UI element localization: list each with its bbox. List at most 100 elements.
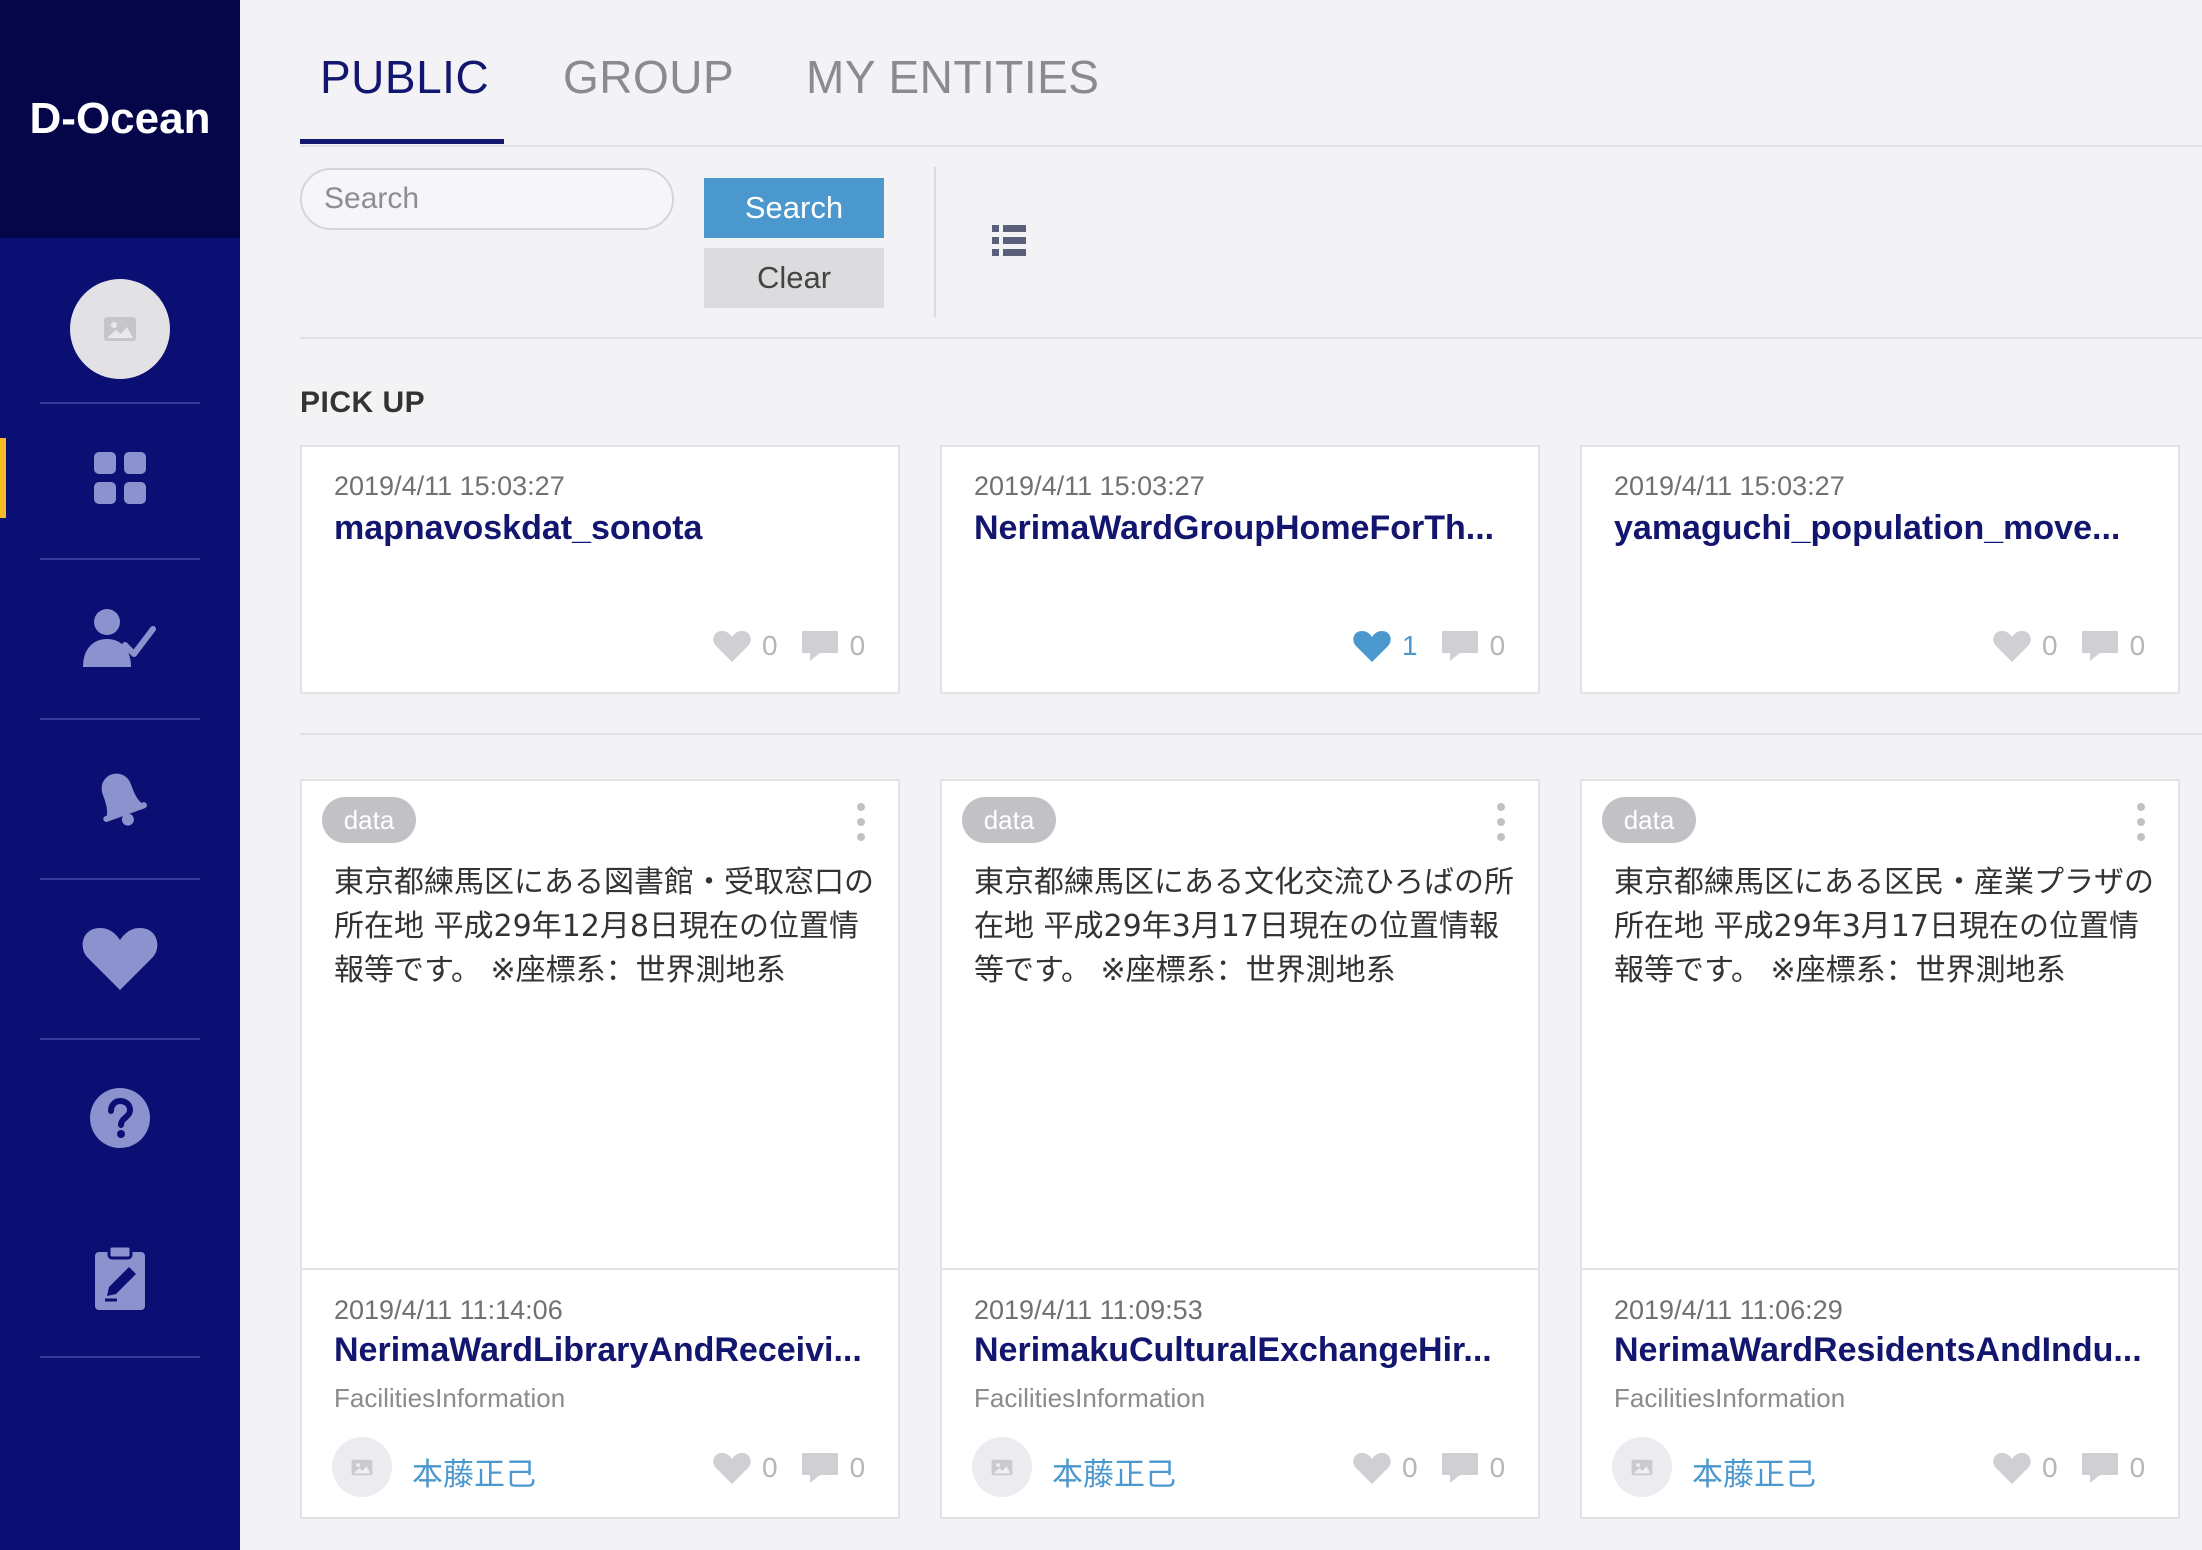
card-divider <box>942 1268 1538 1270</box>
card-date: 2019/4/11 15:03:27 <box>334 471 565 501</box>
user-avatar[interactable] <box>70 279 170 379</box>
author-name[interactable]: 本藤正己 <box>412 1449 536 1494</box>
section-divider <box>300 733 2202 735</box>
sidebar-item-notifications[interactable] <box>0 718 240 878</box>
card-stats: 0 0 <box>712 629 865 663</box>
author-avatar[interactable] <box>1612 1437 1672 1497</box>
comment-count: 0 <box>2129 630 2146 661</box>
pickup-card[interactable]: 2019/4/11 15:03:27 yamaguchi_population_… <box>1580 445 2180 694</box>
like-icon[interactable] <box>712 1451 752 1485</box>
brand-logo[interactable]: D-Ocean <box>0 0 240 238</box>
entity-category: FacilitiesInformation <box>334 1383 566 1413</box>
card-title[interactable]: NerimaWardResidentsAndIndu... <box>1614 1331 2154 1370</box>
image-placeholder-icon <box>351 1459 373 1475</box>
card-date: 2019/4/11 15:03:27 <box>1614 471 1845 501</box>
comment-icon[interactable] <box>800 1451 840 1485</box>
card-date: 2019/4/11 11:06:29 <box>1614 1295 1843 1325</box>
card-title[interactable]: mapnavoskdat_sonota <box>334 509 874 548</box>
comment-count: 0 <box>1489 630 1506 661</box>
pickup-card[interactable]: 2019/4/11 15:03:27 mapnavoskdat_sonota 0… <box>300 445 900 694</box>
author-avatar[interactable] <box>332 1437 392 1497</box>
image-placeholder-icon <box>991 1459 1013 1475</box>
search-button[interactable]: Search <box>704 178 884 238</box>
like-icon[interactable] <box>1992 629 2032 663</box>
entity-category: FacilitiesInformation <box>974 1383 1206 1413</box>
card-stats: 1 0 <box>1352 629 1505 663</box>
tab-public[interactable]: PUBLIC <box>320 50 489 104</box>
image-placeholder-icon <box>104 317 136 341</box>
card-title[interactable]: NerimaWardLibraryAndReceivi... <box>334 1331 874 1370</box>
clear-button[interactable]: Clear <box>704 248 884 308</box>
toolbar-divider-line <box>300 337 2202 339</box>
more-options-icon[interactable] <box>2130 801 2152 845</box>
like-count: 0 <box>2042 630 2058 661</box>
sidebar-item-help[interactable] <box>0 1038 240 1198</box>
author-name[interactable]: 本藤正己 <box>1052 1449 1176 1494</box>
card-date: 2019/4/11 11:09:53 <box>974 1295 1203 1325</box>
sidebar-item-favorites[interactable] <box>0 878 240 1038</box>
entity-category: FacilitiesInformation <box>1614 1383 1846 1413</box>
card-title[interactable]: NerimaWardGroupHomeForTh... <box>974 509 1514 548</box>
comment-count: 0 <box>2129 1452 2146 1483</box>
author-name[interactable]: 本藤正己 <box>1692 1449 1816 1494</box>
like-count: 0 <box>2042 1452 2058 1483</box>
card-date: 2019/4/11 11:14:06 <box>334 1295 563 1325</box>
card-stats: 0 0 <box>712 1451 865 1485</box>
tab-my-entities[interactable]: MY ENTITIES <box>806 50 1099 104</box>
like-icon[interactable] <box>1992 1451 2032 1485</box>
card-stats: 0 0 <box>1352 1451 1505 1485</box>
type-badge: data <box>962 797 1056 843</box>
comment-icon[interactable] <box>2080 629 2120 663</box>
help-icon <box>90 1088 150 1148</box>
pickup-card[interactable]: 2019/4/11 15:03:27 NerimaWardGroupHomeFo… <box>940 445 1540 694</box>
comment-icon[interactable] <box>1440 629 1480 663</box>
search-toolbar: Search Clear <box>300 147 2202 339</box>
card-stats: 0 0 <box>1992 1451 2145 1485</box>
pickup-section-title: PICK UP <box>300 386 426 419</box>
sidebar-item-user-check[interactable] <box>0 558 240 718</box>
card-title[interactable]: NerimakuCulturalExchangeHir... <box>974 1331 1514 1370</box>
type-badge: data <box>322 797 416 843</box>
sidebar-item-tasks[interactable] <box>0 1198 240 1358</box>
clipboard-edit-icon <box>95 1244 145 1310</box>
toolbar-divider <box>934 167 936 317</box>
more-options-icon[interactable] <box>850 801 872 845</box>
more-options-icon[interactable] <box>1490 801 1512 845</box>
entity-description: 東京都練馬区にある図書館・受取窓口の所在地 平成29年12月8日現在の位置情報等… <box>334 865 874 988</box>
sidebar-item-dashboard[interactable] <box>0 398 240 558</box>
entity-card[interactable]: data 東京都練馬区にある区民・産業プラザの所在地 平成29年3月17日現在の… <box>1580 779 2180 1519</box>
entity-card[interactable]: data 東京都練馬区にある図書館・受取窓口の所在地 平成29年12月8日現在の… <box>300 779 900 1519</box>
comment-icon[interactable] <box>1440 1451 1480 1485</box>
image-placeholder-icon <box>1631 1459 1653 1475</box>
search-input[interactable] <box>300 168 674 230</box>
card-date: 2019/4/11 15:03:27 <box>974 471 1205 501</box>
user-check-icon <box>83 609 156 667</box>
list-view-icon <box>992 225 1026 256</box>
entity-description: 東京都練馬区にある区民・産業プラザの所在地 平成29年3月17日現在の位置情報等… <box>1614 865 2154 988</box>
card-title[interactable]: yamaguchi_population_move... <box>1614 509 2154 548</box>
comment-icon[interactable] <box>800 629 840 663</box>
sidebar: D-Ocean <box>0 0 240 1550</box>
type-badge: data <box>1602 797 1696 843</box>
like-count: 0 <box>1402 1452 1418 1483</box>
dashboard-icon <box>94 452 146 504</box>
active-tab-indicator <box>300 139 504 144</box>
heart-icon <box>82 928 158 990</box>
tab-bar: PUBLIC GROUP MY ENTITIES <box>300 0 2202 147</box>
main-content: PUBLIC GROUP MY ENTITIES Search Clear PI… <box>300 0 2202 1550</box>
like-icon[interactable] <box>1352 1451 1392 1485</box>
entity-card[interactable]: data 東京都練馬区にある文化交流ひろばの所在地 平成29年3月17日現在の位… <box>940 779 1540 1519</box>
like-count: 0 <box>762 630 778 661</box>
author-avatar[interactable] <box>972 1437 1032 1497</box>
comment-icon[interactable] <box>2080 1451 2120 1485</box>
tab-group[interactable]: GROUP <box>563 50 734 104</box>
bell-icon <box>101 773 147 826</box>
comment-count: 0 <box>849 1452 866 1483</box>
list-view-toggle[interactable] <box>992 225 1026 262</box>
comment-count: 0 <box>1489 1452 1506 1483</box>
comment-count: 0 <box>849 630 866 661</box>
card-divider <box>1582 1268 2178 1270</box>
like-icon[interactable] <box>712 629 752 663</box>
like-icon[interactable] <box>1352 629 1392 663</box>
card-stats: 0 0 <box>1992 629 2145 663</box>
